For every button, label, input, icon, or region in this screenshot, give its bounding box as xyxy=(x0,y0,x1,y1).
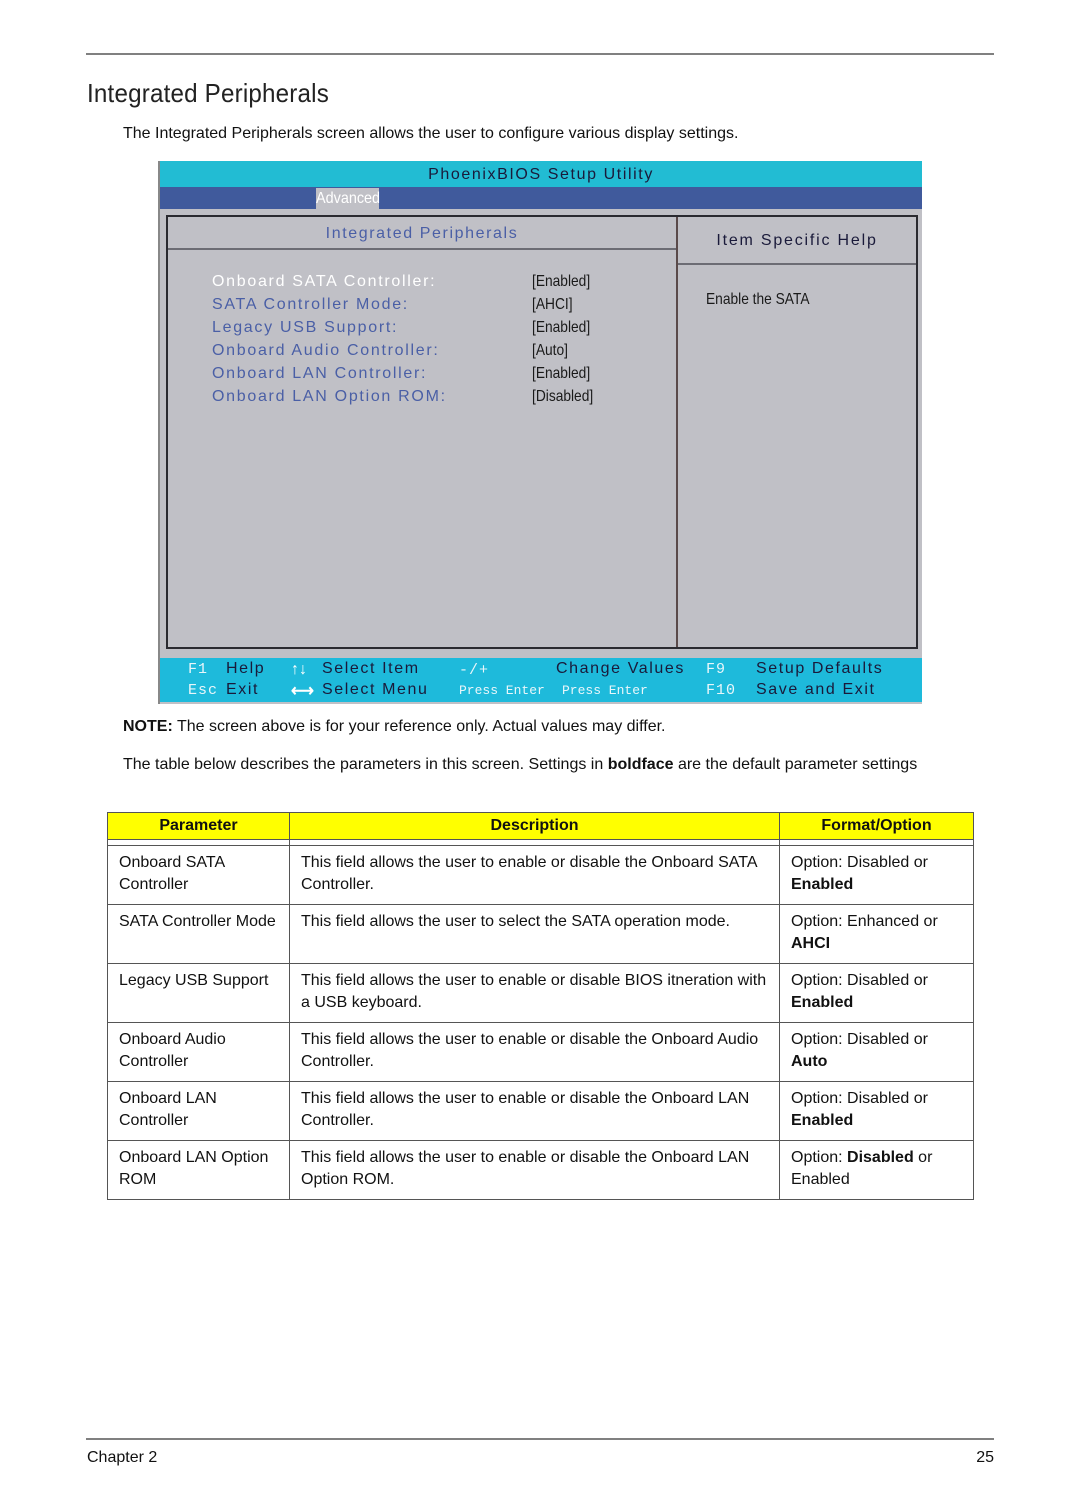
note-body: The screen above is for your reference o… xyxy=(172,718,666,735)
bios-menu-bar: Advanced xyxy=(160,187,922,209)
cell-description: This field allows the user to enable or … xyxy=(289,963,780,1023)
esc-key: Esc xyxy=(188,682,219,699)
bios-screenshot: PhoenixBIOS Setup Utility Advanced Integ… xyxy=(158,161,922,704)
cell-parameter: Onboard LAN Option ROM xyxy=(107,1140,290,1200)
option-text: Option: Disabled or xyxy=(791,1090,928,1107)
cell-parameter: Onboard SATA Controller xyxy=(107,845,290,905)
option-default: Auto xyxy=(791,1053,828,1070)
bios-item-label: Onboard Audio Controller: xyxy=(212,342,440,359)
select-item-label: Select Item xyxy=(322,660,420,677)
f10-key: F10 xyxy=(706,682,737,699)
cell-option: Option: Disabled or Enabled xyxy=(779,1081,974,1141)
bios-item-label: Onboard LAN Option ROM: xyxy=(212,388,447,405)
bios-item-value[interactable]: [Enabled] xyxy=(532,317,590,339)
header-parameter: Parameter xyxy=(107,812,290,840)
bios-item-value[interactable]: [Disabled] xyxy=(532,386,593,408)
bios-item-value[interactable]: [AHCI] xyxy=(532,294,573,316)
cell-description: This field allows the user to enable or … xyxy=(289,1022,780,1082)
bios-item-value[interactable]: [Enabled] xyxy=(532,271,590,293)
bios-panel-title: Integrated Peripherals xyxy=(168,217,676,250)
para-text: are the default parameter settings xyxy=(673,756,918,773)
cell-option: Option: Disabled or Enabled xyxy=(779,963,974,1023)
cell-option: Option: Disabled or Auto xyxy=(779,1022,974,1082)
option-text: Option: Enhanced or xyxy=(791,913,938,930)
page-number: 25 xyxy=(976,1449,994,1466)
cell-option: Option: Disabled or Enabled xyxy=(779,1140,974,1200)
bios-help-title: Item Specific Help xyxy=(678,217,916,265)
table-row: Onboard LAN Controller This field allows… xyxy=(107,1081,974,1141)
bios-utility-title: PhoenixBIOS Setup Utility xyxy=(160,161,922,187)
option-text: Option: Disabled or xyxy=(791,1031,928,1048)
bios-item-value[interactable]: [Enabled] xyxy=(532,363,590,385)
f1-label: Help xyxy=(226,660,266,677)
table-row: Onboard LAN Option ROM This field allows… xyxy=(107,1140,974,1200)
left-right-arrows-icon: ⟷ xyxy=(291,683,314,700)
bios-help-text: Enable the SATA xyxy=(706,291,810,308)
enter-key: Press Enter xyxy=(459,683,545,698)
change-values-label: Change Values xyxy=(556,660,686,677)
cell-description: This field allows the user to enable or … xyxy=(289,845,780,905)
note-text: NOTE: The screen above is for your refer… xyxy=(123,718,665,736)
table-header-row: Parameter Description Format/Option xyxy=(107,812,974,840)
bios-item-label: Onboard SATA Controller: xyxy=(212,273,437,290)
cell-option: Option: Disabled or Enabled xyxy=(779,845,974,905)
option-default: Disabled xyxy=(847,1149,914,1166)
option-default: AHCI xyxy=(791,935,831,952)
cell-description: This field allows the user to enable or … xyxy=(289,1081,780,1141)
header-description: Description xyxy=(289,812,780,840)
cell-description: This field allows the user to enable or … xyxy=(289,1140,780,1200)
setup-defaults-label: Setup Defaults xyxy=(756,660,884,677)
select-menu-label: Select Menu xyxy=(322,681,429,698)
bios-item-label: SATA Controller Mode: xyxy=(212,296,409,313)
bios-key-legend: F1 Help Esc Exit ↑↓ Select Item ⟷ Select… xyxy=(160,658,922,702)
plus-minus-key: -/+ xyxy=(459,662,490,679)
esc-label: Exit xyxy=(226,681,260,698)
cell-parameter: Onboard Audio Controller xyxy=(107,1022,290,1082)
bios-panel-divider xyxy=(676,217,678,647)
f9-key: F9 xyxy=(706,661,727,678)
note-label: NOTE: xyxy=(123,718,173,735)
cell-parameter: Legacy USB Support xyxy=(107,963,290,1023)
table-row: Legacy USB Support This field allows the… xyxy=(107,963,974,1023)
page-title: Integrated Peripherals xyxy=(87,78,330,108)
header-rule xyxy=(86,53,994,55)
table-intro-paragraph: The table below describes the parameters… xyxy=(123,752,973,778)
para-bold: boldface xyxy=(607,756,674,773)
header-format-option: Format/Option xyxy=(779,812,974,840)
parameters-table: Parameter Description Format/Option Onbo… xyxy=(107,812,974,1200)
chapter-label: Chapter 2 xyxy=(87,1449,158,1466)
cell-option: Option: Enhanced or AHCI xyxy=(779,904,974,964)
option-default: Enabled xyxy=(791,876,854,893)
bios-item-label: Legacy USB Support: xyxy=(212,319,399,336)
option-text: Option: Disabled or xyxy=(791,972,928,989)
f1-key: F1 xyxy=(188,661,209,678)
option-default: Enabled xyxy=(791,994,854,1011)
up-down-arrows-icon: ↑↓ xyxy=(291,661,307,678)
bios-item-label: Onboard LAN Controller: xyxy=(212,365,428,382)
table-row: Onboard Audio Controller This field allo… xyxy=(107,1022,974,1082)
option-text: Option: xyxy=(791,1149,848,1166)
option-text: Option: Disabled or xyxy=(791,854,928,871)
intro-text: The Integrated Peripherals screen allows… xyxy=(123,125,739,142)
table-row: SATA Controller Mode This field allows t… xyxy=(107,904,974,964)
enter-label: Press Enter xyxy=(562,683,648,698)
tab-advanced[interactable]: Advanced xyxy=(316,188,380,209)
cell-parameter: Onboard LAN Controller xyxy=(107,1081,290,1141)
option-default: Enabled xyxy=(791,1112,854,1129)
save-and-exit-label: Save and Exit xyxy=(756,681,876,698)
bios-item-value[interactable]: [Auto] xyxy=(532,340,568,362)
table-row: Onboard SATA Controller This field allow… xyxy=(107,845,974,905)
para-text: The table below describes the parameters… xyxy=(123,756,608,773)
cell-parameter: SATA Controller Mode xyxy=(107,904,290,964)
cell-description: This field allows the user to select the… xyxy=(289,904,780,964)
bios-main-panel: Integrated Peripherals Item Specific Hel… xyxy=(166,215,918,649)
footer-rule xyxy=(86,1438,994,1440)
